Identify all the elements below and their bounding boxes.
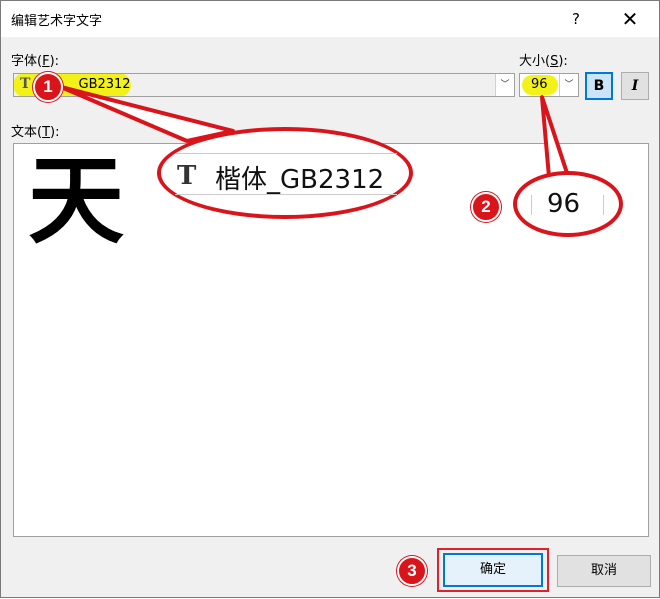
font-combobox[interactable]: T _GB2312 ﹀ (13, 73, 515, 97)
size-zoom-callout: 96 (513, 171, 623, 237)
edit-wordart-dialog: 编辑艺术字文字 ? ✕ 字体(F): 大小(S): T _GB2312 ﹀ 96… (0, 0, 660, 598)
close-button[interactable]: ✕ (607, 1, 653, 37)
font-label: 字体(F): (11, 54, 60, 69)
help-button[interactable]: ? (553, 1, 599, 37)
text-content: 天 (28, 144, 124, 257)
zoom-tick-left (531, 195, 532, 215)
cancel-button[interactable]: 取消 (557, 555, 651, 587)
size-label: 大小(S): (519, 54, 568, 69)
dialog-title: 编辑艺术字文字 (11, 14, 103, 29)
truetype-icon: T (20, 76, 31, 92)
bold-button[interactable]: B (585, 72, 613, 100)
zoom-size-value: 96 (547, 189, 581, 219)
italic-button[interactable]: I (621, 72, 649, 100)
font-zoom-callout: T 楷体_GB2312 (157, 127, 413, 219)
step-badge-1: 1 (33, 72, 63, 102)
step-badge-3: 3 (397, 556, 427, 586)
truetype-icon: T (177, 161, 197, 191)
text-label: 文本(T): (11, 125, 60, 140)
size-combobox[interactable]: 96 ﹀ (519, 73, 579, 97)
chevron-down-icon[interactable]: ﹀ (495, 74, 514, 96)
title-bar: 编辑艺术字文字 ? ✕ (1, 1, 659, 37)
zoom-tick-right (603, 195, 604, 215)
size-value: 96 (531, 77, 548, 92)
zoom-font-value: 楷体_GB2312 (215, 165, 385, 195)
chevron-down-icon[interactable]: ﹀ (559, 74, 578, 96)
ok-button[interactable]: 确定 (443, 553, 543, 587)
step-badge-2: 2 (471, 192, 501, 222)
font-value: _GB2312 (72, 77, 131, 92)
